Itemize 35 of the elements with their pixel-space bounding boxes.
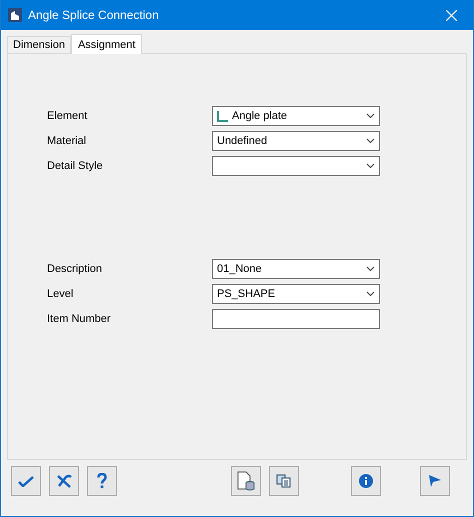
help-button[interactable] — [87, 466, 117, 496]
document-database-icon — [237, 471, 255, 491]
question-mark-icon — [97, 473, 107, 489]
field-label: Level — [47, 288, 74, 300]
input-field[interactable] — [212, 309, 380, 329]
dropdown-field[interactable]: PS_SHAPE — [212, 284, 380, 304]
tab[interactable]: Dimension — [7, 36, 71, 53]
ok-button[interactable] — [11, 466, 41, 496]
cross-icon — [56, 474, 72, 488]
dropdown-field[interactable]: 01_None — [212, 259, 380, 279]
chevron-down-icon — [366, 266, 375, 272]
dropdown-field[interactable]: Angle plate — [212, 106, 380, 126]
copy-icon — [276, 474, 292, 488]
cancel-button[interactable] — [49, 466, 79, 496]
copy-button[interactable] — [269, 466, 299, 496]
field-label: Description — [47, 263, 102, 275]
dropdown-field[interactable] — [212, 156, 380, 176]
field-label: Material — [47, 135, 86, 147]
document-button[interactable] — [231, 466, 261, 496]
field-label: Item Number — [47, 313, 111, 325]
chevron-down-icon — [366, 163, 375, 169]
tab[interactable]: Assignment — [70, 34, 142, 54]
window-title: Angle Splice Connection — [28, 8, 159, 22]
info-icon — [359, 474, 373, 488]
info-button[interactable] — [351, 466, 381, 496]
building-icon — [8, 8, 22, 22]
chevron-down-icon — [366, 113, 375, 119]
dropdown-field[interactable]: Undefined — [212, 131, 380, 151]
chevron-down-icon — [366, 138, 375, 144]
field-label: Detail Style — [47, 160, 103, 172]
flag-button[interactable] — [420, 466, 450, 496]
close-icon — [446, 10, 456, 20]
chevron-down-icon — [366, 291, 375, 297]
field-label: Element — [47, 110, 88, 122]
checkmark-icon — [18, 475, 34, 487]
